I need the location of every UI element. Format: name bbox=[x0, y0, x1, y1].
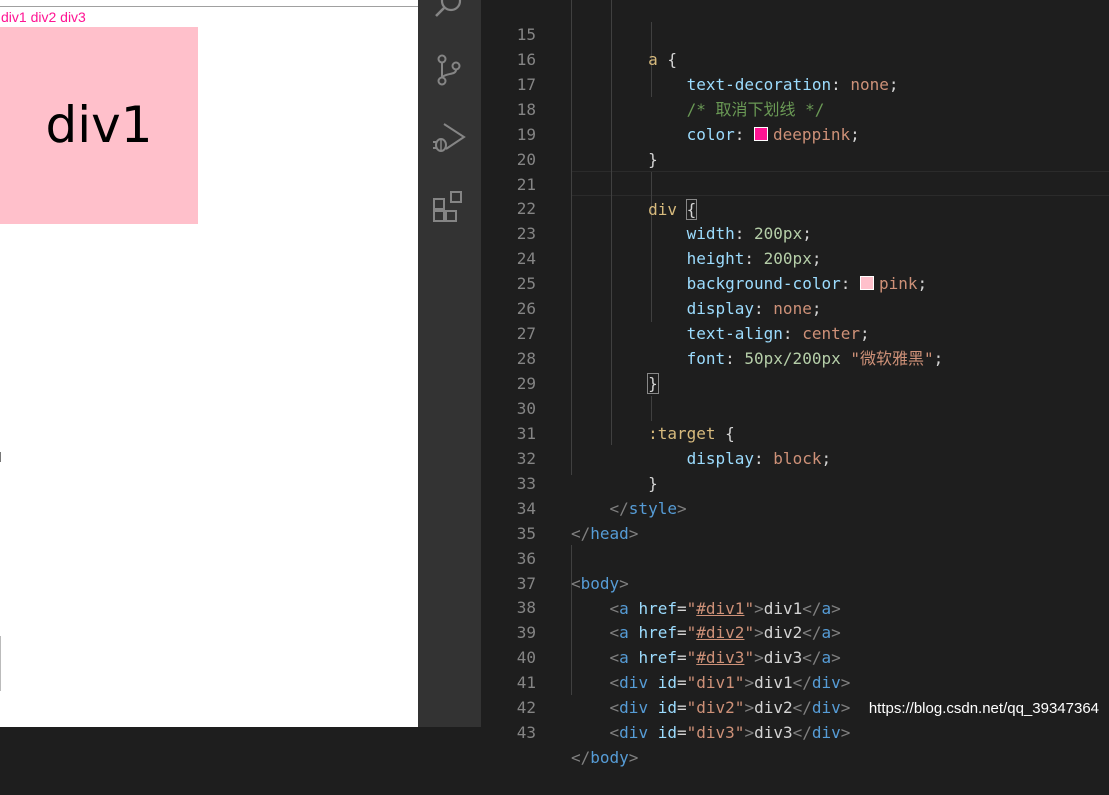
code-line: 38 <a href="#div2">div2</a> bbox=[481, 570, 1109, 642]
code-line: 28 } bbox=[481, 321, 1109, 394]
code-line: 29 bbox=[481, 346, 1109, 393]
code-text: </body> bbox=[571, 748, 639, 767]
code-line: 22 width: 200px; bbox=[481, 171, 1109, 243]
code-line: 23 height: 200px; bbox=[481, 196, 1109, 268]
html-attr-value: div3 bbox=[696, 723, 735, 742]
code-line: 21 div { bbox=[481, 147, 1109, 220]
code-line: 27 font: 50px/200px "微软雅黑"; bbox=[481, 296, 1109, 368]
code-line: 16 text-decoration: none; bbox=[481, 22, 1109, 94]
code-line: 25 display: none; bbox=[481, 246, 1109, 318]
window-edge-mark bbox=[0, 636, 3, 691]
html-attr: id bbox=[657, 723, 677, 742]
search-icon[interactable] bbox=[432, 0, 466, 22]
code-line: 41 <div id="div2">div2</div> bbox=[481, 645, 1109, 717]
code-editor[interactable]: 15 a { 16 text-decoration: none; 17 /* 取… bbox=[481, 0, 1109, 767]
link-div1[interactable]: div1 bbox=[1, 9, 27, 25]
code-line: 24 background-color: pink; bbox=[481, 221, 1109, 293]
target-div-box: div1 bbox=[0, 27, 198, 224]
code-line: 39 <a href="#div3">div3</a> bbox=[481, 595, 1109, 667]
code-line: 35 bbox=[481, 496, 1109, 543]
code-line: 42 <div id="div3">div3</div> bbox=[481, 670, 1109, 742]
code-line: 20 bbox=[481, 122, 1109, 169]
code-line: 18 color: deeppink; bbox=[481, 72, 1109, 144]
html-tag: body bbox=[590, 748, 629, 767]
source-control-icon[interactable] bbox=[432, 53, 466, 87]
code-line: 17 /* 取消下划线 */ bbox=[481, 47, 1109, 119]
code-line: 15 a { bbox=[481, 0, 1109, 69]
link-div3[interactable]: div3 bbox=[60, 9, 86, 25]
extensions-icon[interactable] bbox=[432, 190, 466, 224]
activity-bar bbox=[418, 0, 481, 727]
code-line: 32 } bbox=[481, 421, 1109, 493]
code-line: 31 display: block; bbox=[481, 396, 1109, 468]
code-line: 30 :target { bbox=[481, 371, 1109, 443]
run-debug-icon[interactable] bbox=[432, 120, 466, 154]
browser-preview: div1 div2 div3 div1 bbox=[0, 0, 418, 727]
window-edge-mark bbox=[0, 452, 3, 462]
link-div2[interactable]: div2 bbox=[31, 9, 57, 25]
code-line: 33 </style> bbox=[481, 446, 1109, 518]
browser-toolbar-edge bbox=[0, 0, 418, 7]
code-text: <div id="div3">div3</div> bbox=[609, 723, 851, 742]
watermark-text: https://blog.csdn.net/qq_39347364 bbox=[868, 700, 1099, 717]
html-tag: div bbox=[811, 723, 841, 742]
anchor-links: div1 div2 div3 bbox=[1, 8, 86, 26]
code-line: 37 <a href="#div1">div1</a> bbox=[481, 546, 1109, 618]
code-line: 19 } bbox=[481, 97, 1109, 169]
html-tag: div bbox=[619, 723, 649, 742]
code-line: 34 </head> bbox=[481, 471, 1109, 543]
code-line: 26 text-align: center; bbox=[481, 271, 1109, 343]
code-line: 36 <body> bbox=[481, 521, 1109, 593]
line-number: 43 bbox=[516, 723, 536, 742]
code-line: 40 <div id="div1">div1</div> bbox=[481, 620, 1109, 692]
html-text: div3 bbox=[754, 723, 793, 742]
